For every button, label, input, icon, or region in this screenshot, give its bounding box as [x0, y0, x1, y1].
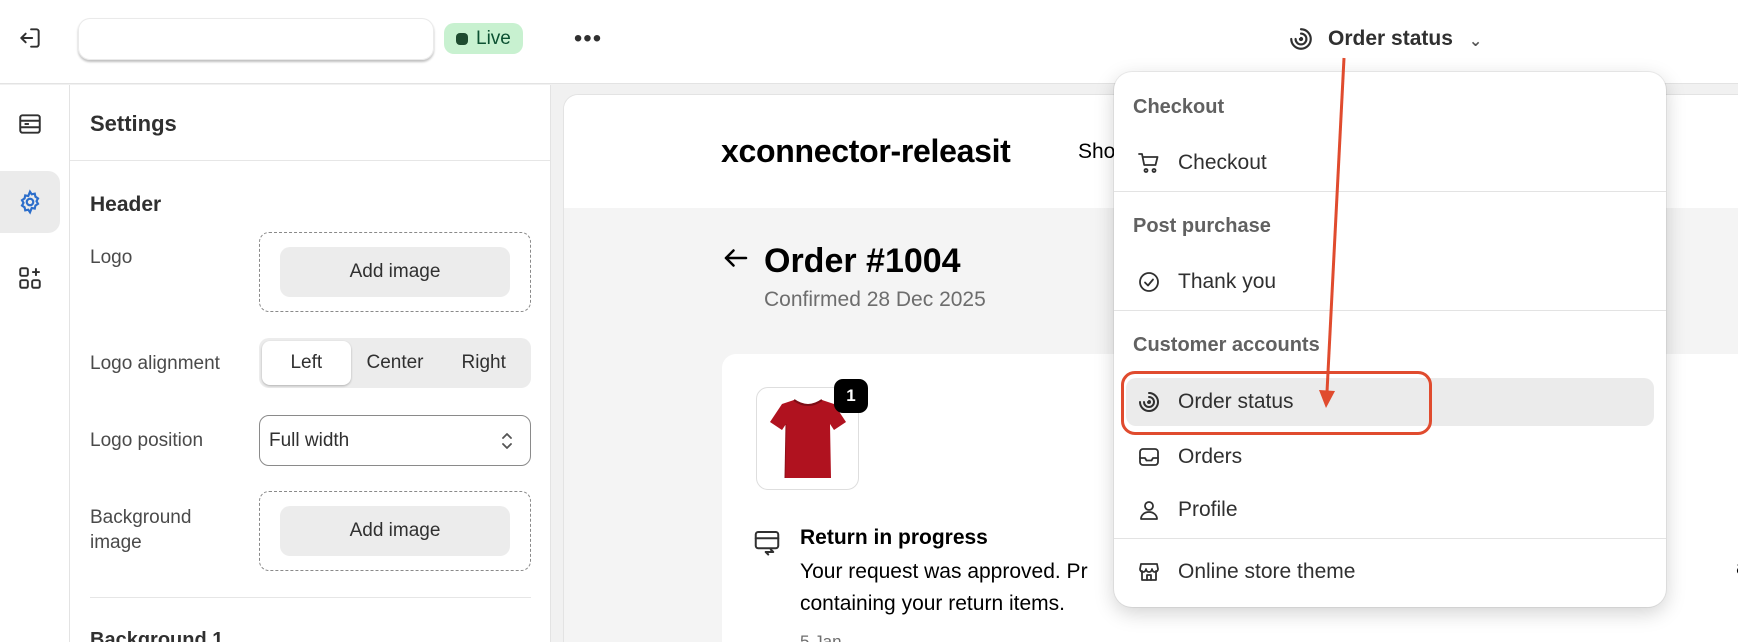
alignment-right-option[interactable]: Right	[439, 341, 528, 385]
menu-item-label: Checkout	[1178, 151, 1267, 174]
divider	[90, 597, 531, 598]
group-checkout: Checkout	[1133, 96, 1225, 118]
live-dot-icon	[456, 32, 468, 45]
cart-icon	[1136, 150, 1162, 176]
person-icon	[1136, 497, 1162, 523]
order-title: Order #1004	[764, 242, 961, 280]
gear-icon	[20, 189, 40, 215]
menu-item-orders[interactable]: Orders	[1126, 433, 1654, 481]
background-section-title: Background 1	[90, 629, 224, 642]
logo-position-select[interactable]: Full width	[259, 415, 531, 466]
settings-panel: Settings Header Logo Add image Logo alig…	[70, 85, 551, 642]
more-icon: •••	[573, 25, 603, 52]
header-section-title: Header	[90, 193, 162, 216]
logo-label: Logo	[90, 247, 133, 268]
exit-button[interactable]	[12, 20, 48, 56]
logo-dropzone[interactable]: Add image	[259, 232, 531, 312]
rail-sections-button[interactable]	[0, 93, 60, 155]
select-chevrons-icon	[502, 432, 512, 449]
store-icon	[1136, 559, 1162, 585]
group-post-purchase: Post purchase	[1133, 215, 1271, 237]
back-arrow-icon[interactable]	[721, 243, 751, 281]
alignment-left-option[interactable]: Left	[262, 341, 351, 385]
return-body-line-2: containing your return items.	[800, 592, 1065, 615]
order-status-icon	[1136, 389, 1162, 415]
divider	[1114, 191, 1666, 192]
divider	[1114, 310, 1666, 311]
menu-item-profile[interactable]: Profile	[1126, 486, 1654, 534]
divider	[1114, 538, 1666, 539]
logo-position-value: Full width	[269, 429, 350, 451]
menu-item-order-status[interactable]: Order status	[1126, 378, 1654, 426]
more-actions-button[interactable]: •••	[568, 22, 608, 56]
rail-settings-button[interactable]	[0, 171, 60, 233]
live-status-label: Live	[476, 27, 511, 49]
sections-icon	[19, 114, 41, 134]
exit-icon	[20, 28, 40, 48]
inbox-icon	[1136, 444, 1162, 470]
chevron-down-icon: ⌄	[1468, 33, 1483, 50]
left-rail	[0, 85, 70, 642]
menu-item-online-store-theme[interactable]: Online store theme	[1126, 548, 1654, 596]
background-image-label: Background image	[90, 507, 192, 553]
logo-alignment-label: Logo alignment	[90, 353, 220, 374]
page-selector-label: Order status	[1328, 27, 1453, 50]
logo-alignment-segmented-control: Left Center Right	[259, 338, 531, 388]
order-confirmed-date: Confirmed 28 Dec 2025	[764, 288, 986, 311]
page-selector-dropdown: Checkout Checkout Post purchase Thank yo…	[1114, 72, 1666, 607]
menu-item-thank-you[interactable]: Thank you	[1126, 258, 1654, 306]
order-status-icon	[1290, 28, 1312, 50]
page-selector[interactable]: Order status ⌄	[1288, 20, 1482, 58]
menu-item-label: Profile	[1178, 498, 1238, 521]
return-status-body: Your request was approved. Pr containing…	[800, 556, 1160, 620]
rail-apps-button[interactable]	[0, 247, 60, 309]
settings-title: Settings	[90, 111, 177, 136]
menu-item-checkout[interactable]: Checkout	[1126, 139, 1654, 187]
quantity-badge: 1	[834, 379, 868, 413]
shop-name: xconnector-releasit	[721, 133, 1011, 169]
check-circle-icon	[1136, 269, 1162, 295]
alignment-center-option[interactable]: Center	[351, 341, 440, 385]
background-add-image-button[interactable]: Add image	[280, 506, 510, 556]
menu-item-label: Online store theme	[1178, 560, 1356, 583]
return-status-title: Return in progress	[800, 526, 988, 549]
editor-name-input[interactable]	[78, 18, 434, 60]
menu-item-label: Orders	[1178, 445, 1243, 468]
return-icon	[752, 527, 782, 562]
return-date: 5 Jan	[800, 632, 842, 642]
menu-item-label: Order status	[1178, 390, 1294, 413]
background-image-dropzone[interactable]: Add image	[259, 491, 531, 571]
apps-icon	[19, 267, 41, 289]
group-customer-accounts: Customer accounts	[1133, 334, 1320, 356]
shop-nav-link[interactable]: Sho	[1078, 140, 1115, 164]
return-body-line-1: Your request was approved. Pr	[800, 560, 1088, 583]
logo-position-label: Logo position	[90, 430, 204, 451]
logo-add-image-button[interactable]: Add image	[280, 247, 510, 297]
live-status-badge: Live	[444, 23, 523, 54]
divider	[70, 160, 550, 161]
menu-item-label: Thank you	[1178, 270, 1277, 293]
